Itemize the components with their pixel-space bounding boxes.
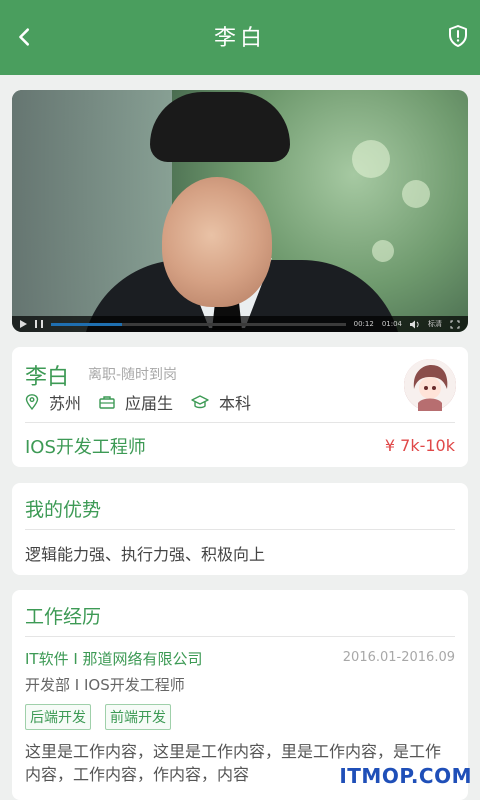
volume-icon[interactable] xyxy=(410,320,420,329)
work-period: 2016.01-2016.09 xyxy=(342,650,455,665)
education-item: 本科 xyxy=(191,390,251,414)
profile-meta-row: 苏州 应届生 本科 xyxy=(25,390,251,414)
location-pin-icon xyxy=(25,394,39,410)
department-line: 开发部 I IOS开发工程师 xyxy=(25,676,185,694)
skill-tag: 前端开发 xyxy=(105,704,171,730)
video-progress-fill xyxy=(51,322,122,326)
divider xyxy=(25,529,455,530)
divider xyxy=(25,636,455,637)
work-title: 工作经历 xyxy=(25,606,102,628)
skill-tags: 后端开发 前端开发 xyxy=(25,704,171,730)
bokeh-light xyxy=(402,180,430,208)
advantage-text: 逻辑能力强、执行力强、积极向上 xyxy=(25,545,266,564)
location-item: 苏州 xyxy=(25,390,81,414)
watermark: ITMOP.COM xyxy=(339,764,472,788)
candidate-name: 李白 xyxy=(25,365,70,390)
report-button[interactable] xyxy=(446,24,470,48)
video-controls: 00:12 01:04 标清 xyxy=(12,316,468,332)
experience-item: 应届生 xyxy=(99,390,173,414)
video-time-total: 01:04 xyxy=(381,320,402,328)
video-progress-bar[interactable] xyxy=(51,322,346,326)
next-icon[interactable] xyxy=(35,320,43,328)
avatar[interactable] xyxy=(404,359,456,411)
quality-button[interactable]: 标清 xyxy=(428,319,442,329)
briefcase-icon xyxy=(99,396,115,409)
video-person-face xyxy=(162,177,272,307)
divider xyxy=(25,422,455,423)
top-bar: 李白 xyxy=(0,0,480,75)
anime-girl-avatar-icon xyxy=(404,359,456,411)
bokeh-light xyxy=(352,140,390,178)
shield-alert-icon xyxy=(449,25,467,47)
video-person-hair xyxy=(150,92,290,162)
salary: ¥ 7k-10k xyxy=(384,436,455,455)
advantage-card: 我的优势 逻辑能力强、执行力强、积极向上 xyxy=(12,483,468,575)
bokeh-light xyxy=(372,240,394,262)
company-line: IT软件 I 那道网络有限公司 xyxy=(25,650,203,668)
location-text: 苏州 xyxy=(49,394,82,413)
job-status: 离职-随时到岗 xyxy=(88,367,178,383)
job-title: IOS开发工程师 xyxy=(25,437,146,458)
advantage-title: 我的优势 xyxy=(25,499,102,521)
graduation-cap-icon xyxy=(191,395,209,409)
video-time-current: 00:12 xyxy=(353,320,374,328)
profile-card: 李白 离职-随时到岗 苏州 应届生 本科 IOS开发工程师 ¥ 7k-10k xyxy=(12,347,468,467)
skill-tag: 后端开发 xyxy=(25,704,91,730)
page-title: 李白 xyxy=(213,26,266,51)
intro-video[interactable]: 00:12 01:04 标清 xyxy=(12,90,468,332)
education-text: 本科 xyxy=(219,394,252,413)
fullscreen-icon[interactable] xyxy=(450,320,460,329)
play-icon[interactable] xyxy=(20,320,27,328)
experience-text: 应届生 xyxy=(125,394,174,413)
